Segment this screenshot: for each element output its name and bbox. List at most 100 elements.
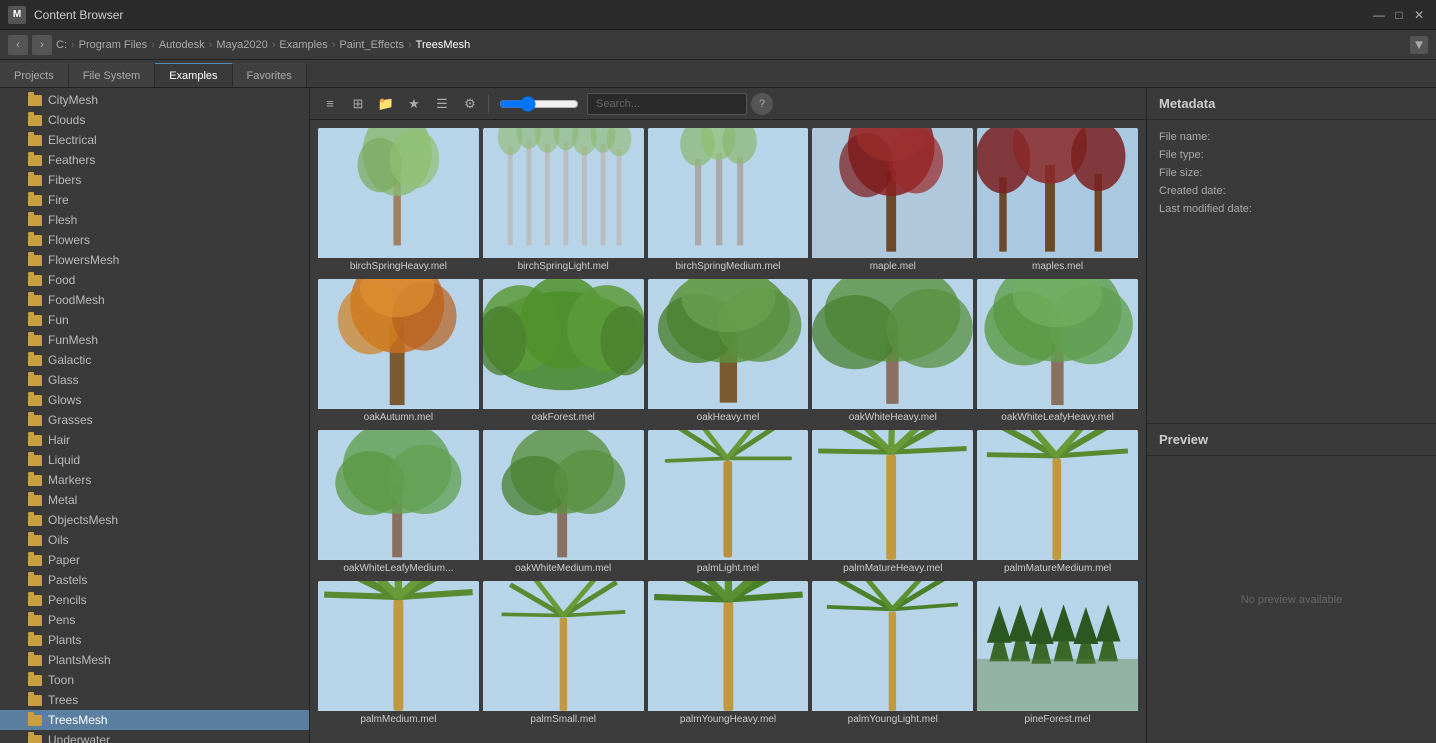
close-button[interactable]: ✕ xyxy=(1410,6,1428,24)
grid-view-button[interactable]: ⊞ xyxy=(346,92,370,116)
file-item-oak-white-leafy-heavy[interactable]: oakWhiteLeafyHeavy.mel xyxy=(977,279,1138,426)
zoom-slider[interactable] xyxy=(499,96,579,112)
file-item-maples[interactable]: maples.mel xyxy=(977,128,1138,275)
breadcrumb-c[interactable]: C: xyxy=(56,39,67,51)
breadcrumb-paint-effects[interactable]: Paint_Effects xyxy=(339,39,404,51)
file-item-oak-heavy[interactable]: oakHeavy.mel xyxy=(648,279,809,426)
sidebar-item-underwater[interactable]: Underwater xyxy=(0,730,309,743)
sidebar-item-food[interactable]: Food xyxy=(0,270,309,290)
sidebar-item-pastels[interactable]: Pastels xyxy=(0,570,309,590)
toolbar: ≡ ⊞ 📁 ★ ☰ ⚙ ? xyxy=(310,88,1146,120)
settings-button[interactable]: ⚙ xyxy=(458,92,482,116)
breadcrumb-program-files[interactable]: Program Files xyxy=(79,39,147,51)
sidebar-item-label: Grasses xyxy=(48,413,93,427)
folder-icon xyxy=(28,435,42,446)
sidebar-item-citymesh[interactable]: CityMesh xyxy=(0,90,309,110)
sidebar-item-toon[interactable]: Toon xyxy=(0,670,309,690)
file-grid-wrapper[interactable]: birchSpringHeavy.mel xyxy=(310,120,1146,743)
breadcrumb-examples[interactable]: Examples xyxy=(279,39,327,51)
sidebar-item-hair[interactable]: Hair xyxy=(0,430,309,450)
search-input[interactable] xyxy=(587,93,747,115)
list-view-button[interactable]: ≡ xyxy=(318,92,342,116)
file-item-palm-small[interactable]: palmSmall.mel xyxy=(483,581,644,728)
sidebar-item-fibers[interactable]: Fibers xyxy=(0,170,309,190)
sidebar-item-label: FlowersMesh xyxy=(48,253,119,267)
file-item-birch-spring-heavy[interactable]: birchSpringHeavy.mel xyxy=(318,128,479,275)
sidebar-item-funmesh[interactable]: FunMesh xyxy=(0,330,309,350)
folder-icon xyxy=(28,135,42,146)
file-name: oakHeavy.mel xyxy=(648,409,809,426)
sidebar-item-plantsmesh[interactable]: PlantsMesh xyxy=(0,650,309,670)
sidebar-item-galactic[interactable]: Galactic xyxy=(0,350,309,370)
folder-icon xyxy=(28,695,42,706)
folder-icon xyxy=(28,255,42,266)
metadata-header: Metadata xyxy=(1147,88,1436,120)
toolbar-divider xyxy=(488,95,489,113)
file-item-oak-forest[interactable]: oakForest.mel xyxy=(483,279,644,426)
tab-favorites[interactable]: Favorites xyxy=(233,63,307,87)
sidebar-item-fire[interactable]: Fire xyxy=(0,190,309,210)
file-name: oakForest.mel xyxy=(483,409,644,426)
sidebar-item-clouds[interactable]: Clouds xyxy=(0,110,309,130)
folder-button[interactable]: 📁 xyxy=(374,92,398,116)
maximize-button[interactable]: □ xyxy=(1390,6,1408,24)
file-item-palm-medium[interactable]: palmMedium.mel xyxy=(318,581,479,728)
sidebar-item-grasses[interactable]: Grasses xyxy=(0,410,309,430)
sidebar-scroll[interactable]: CityMesh Clouds Electrical Feathers xyxy=(0,88,309,743)
sidebar-item-objectsmesh[interactable]: ObjectsMesh xyxy=(0,510,309,530)
forward-button[interactable]: › xyxy=(32,35,52,55)
sidebar-item-plants[interactable]: Plants xyxy=(0,630,309,650)
breadcrumb-autodesk[interactable]: Autodesk xyxy=(159,39,205,51)
breadcrumb-maya2020[interactable]: Maya2020 xyxy=(216,39,267,51)
file-item-birch-spring-light[interactable]: birchSpringLight.mel xyxy=(483,128,644,275)
sidebar-item-label: Fibers xyxy=(48,173,81,187)
minimize-button[interactable]: — xyxy=(1370,6,1388,24)
sidebar-item-pencils[interactable]: Pencils xyxy=(0,590,309,610)
sidebar-item-label: Metal xyxy=(48,493,77,507)
filter-button[interactable]: ☰ xyxy=(430,92,454,116)
file-item-pine-forest[interactable]: pineForest.mel xyxy=(977,581,1138,728)
file-item-oak-white-medium[interactable]: oakWhiteMedium.mel xyxy=(483,430,644,577)
file-name: birchSpringLight.mel xyxy=(483,258,644,275)
tab-examples[interactable]: Examples xyxy=(155,63,232,87)
sidebar-item-pens[interactable]: Pens xyxy=(0,610,309,630)
back-button[interactable]: ‹ xyxy=(8,35,28,55)
file-item-palm-light[interactable]: palmLight.mel xyxy=(648,430,809,577)
bookmark-button[interactable]: ★ xyxy=(402,92,426,116)
sidebar-item-paper[interactable]: Paper xyxy=(0,550,309,570)
file-name: palmLight.mel xyxy=(648,560,809,577)
file-item-palm-young-light[interactable]: palmYoungLight.mel xyxy=(812,581,973,728)
sidebar-item-flowers[interactable]: Flowers xyxy=(0,230,309,250)
file-item-birch-spring-medium[interactable]: birchSpringMedium.mel xyxy=(648,128,809,275)
sidebar-item-trees[interactable]: Trees xyxy=(0,690,309,710)
breadcrumb-dropdown-button[interactable]: ▼ xyxy=(1410,36,1428,54)
metadata-panel: Metadata File name: File type: File size… xyxy=(1146,88,1436,743)
sidebar-item-flesh[interactable]: Flesh xyxy=(0,210,309,230)
sidebar-item-markers[interactable]: Markers xyxy=(0,470,309,490)
folder-icon xyxy=(28,675,42,686)
file-item-maple[interactable]: maple.mel xyxy=(812,128,973,275)
sidebar-item-glass[interactable]: Glass xyxy=(0,370,309,390)
sidebar-item-label: Oils xyxy=(48,533,69,547)
sidebar-item-oils[interactable]: Oils xyxy=(0,530,309,550)
file-item-oak-autumn[interactable]: oakAutumn.mel xyxy=(318,279,479,426)
file-item-palm-mature-medium[interactable]: palmMatureMedium.mel xyxy=(977,430,1138,577)
sidebar-item-foodmesh[interactable]: FoodMesh xyxy=(0,290,309,310)
file-item-palm-mature-heavy[interactable]: palmMatureHeavy.mel xyxy=(812,430,973,577)
file-item-palm-young-heavy[interactable]: palmYoungHeavy.mel xyxy=(648,581,809,728)
sidebar-item-fun[interactable]: Fun xyxy=(0,310,309,330)
sidebar-item-flowersmesh[interactable]: FlowersMesh xyxy=(0,250,309,270)
file-item-oak-white-heavy[interactable]: oakWhiteHeavy.mel xyxy=(812,279,973,426)
sidebar-item-glows[interactable]: Glows xyxy=(0,390,309,410)
help-button[interactable]: ? xyxy=(751,93,773,115)
sidebar-item-treesmesh[interactable]: TreesMesh xyxy=(0,710,309,730)
folder-icon xyxy=(28,555,42,566)
breadcrumb-bar: ‹ › C: › Program Files › Autodesk › Maya… xyxy=(0,30,1436,60)
sidebar-item-feathers[interactable]: Feathers xyxy=(0,150,309,170)
tab-file-system[interactable]: File System xyxy=(69,63,155,87)
sidebar-item-metal[interactable]: Metal xyxy=(0,490,309,510)
sidebar-item-electrical[interactable]: Electrical xyxy=(0,130,309,150)
tab-projects[interactable]: Projects xyxy=(0,63,69,87)
sidebar-item-liquid[interactable]: Liquid xyxy=(0,450,309,470)
file-item-oak-white-leafy-medium[interactable]: oakWhiteLeafyMedium... xyxy=(318,430,479,577)
